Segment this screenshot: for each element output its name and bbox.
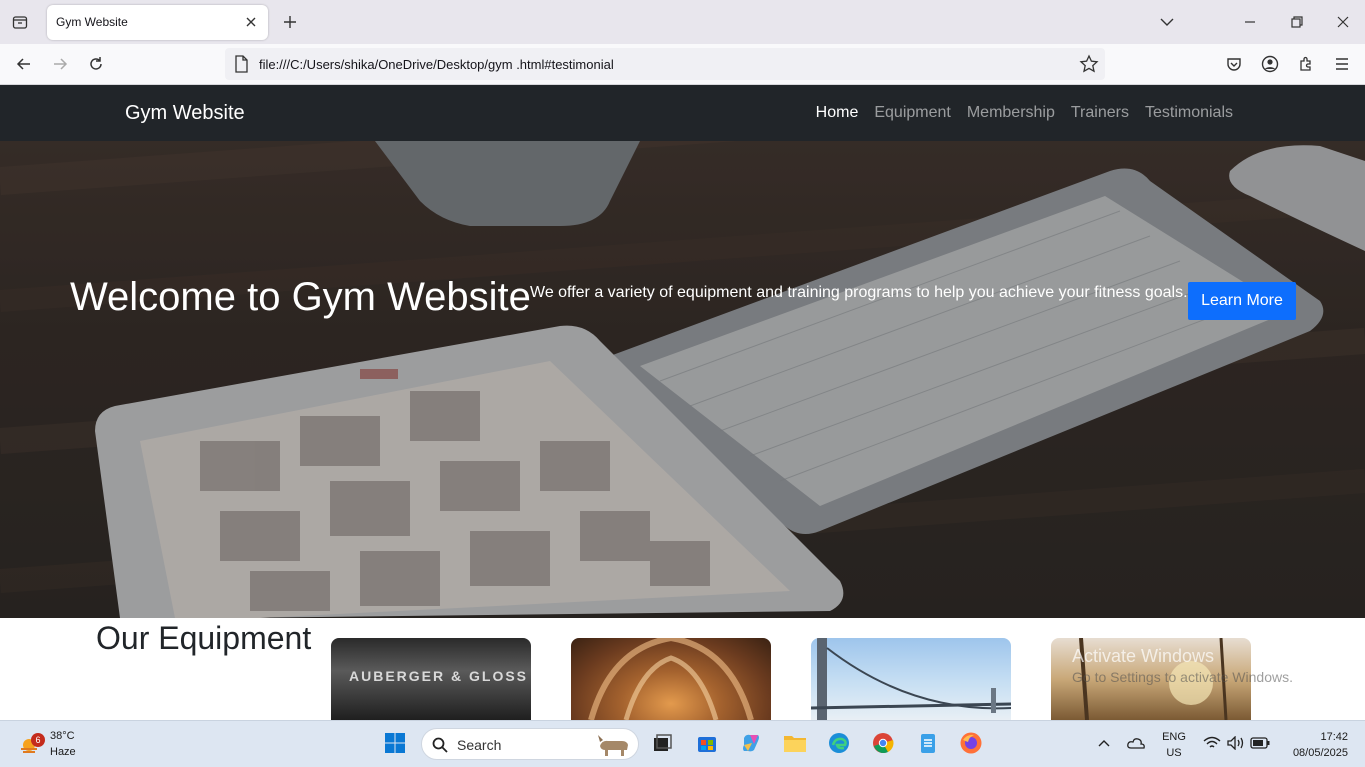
back-icon[interactable] xyxy=(12,52,36,76)
wifi-icon[interactable] xyxy=(1199,730,1225,756)
menu-icon[interactable] xyxy=(1330,52,1354,76)
cathedral-arches-image xyxy=(588,638,754,720)
site-brand[interactable]: Gym Website xyxy=(125,102,245,125)
site-navbar: Gym Website Home Equipment Membership Tr… xyxy=(0,85,1365,141)
hero-section: Welcome to Gym Website We offer a variet… xyxy=(0,141,1365,618)
close-tab-icon[interactable] xyxy=(242,13,260,31)
bookmark-star-icon[interactable] xyxy=(1079,54,1099,79)
chrome-icon[interactable] xyxy=(870,730,896,756)
clock-time[interactable]: 17:42 xyxy=(1280,731,1348,743)
url-bar[interactable]: file:///C:/Users/shika/OneDrive/Desktop/… xyxy=(225,48,1105,80)
language-top[interactable]: ENG xyxy=(1161,731,1187,743)
equipment-card-1-text: AUBERGER & GLOSS xyxy=(349,668,529,684)
learn-more-button[interactable]: Learn More xyxy=(1188,282,1296,320)
firefox-icon[interactable] xyxy=(958,730,984,756)
nav-equipment[interactable]: Equipment xyxy=(874,104,951,122)
hero-title: Welcome to Gym Website xyxy=(70,275,531,319)
show-hidden-icons-icon[interactable] xyxy=(1091,730,1117,756)
bridge-image xyxy=(811,638,1011,720)
url-text[interactable]: file:///C:/Users/shika/OneDrive/Desktop/… xyxy=(259,57,614,72)
new-tab-icon[interactable] xyxy=(279,11,301,33)
tab-list-icon[interactable] xyxy=(8,10,32,34)
reload-icon[interactable] xyxy=(84,52,108,76)
extensions-icon[interactable] xyxy=(1294,52,1318,76)
nav-home[interactable]: Home xyxy=(816,104,859,122)
browser-tab-bar: Gym Website xyxy=(0,0,1365,44)
microsoft-store-icon[interactable] xyxy=(694,730,720,756)
file-explorer-icon[interactable] xyxy=(782,730,808,756)
browser-tab[interactable]: Gym Website xyxy=(47,5,268,40)
hero-subtitle: We offer a variety of equipment and trai… xyxy=(530,284,1188,301)
hero-overlay xyxy=(0,141,1365,618)
nav-membership[interactable]: Membership xyxy=(967,104,1055,122)
list-all-tabs-icon[interactable] xyxy=(1155,10,1179,34)
site-menu: Home Equipment Membership Trainers Testi… xyxy=(816,104,1233,122)
tab-title: Gym Website xyxy=(56,15,128,29)
equipment-card-3[interactable] xyxy=(811,638,1011,720)
battery-icon[interactable] xyxy=(1247,730,1273,756)
taskbar-search[interactable]: Search xyxy=(421,728,639,760)
equipment-heading: Our Equipment xyxy=(96,620,312,656)
equipment-card-2[interactable] xyxy=(571,638,771,720)
onedrive-cloud-icon[interactable] xyxy=(1123,730,1149,756)
search-highlight-donkey-icon xyxy=(598,735,628,756)
close-window-icon[interactable] xyxy=(1331,10,1355,34)
language-bottom[interactable]: US xyxy=(1161,747,1187,759)
volume-icon[interactable] xyxy=(1223,730,1249,756)
browser-toolbar: file:///C:/Users/shika/OneDrive/Desktop/… xyxy=(0,44,1365,85)
weather-desc: Haze xyxy=(50,746,76,758)
clock-date[interactable]: 08/05/2025 xyxy=(1280,747,1348,759)
search-label: Search xyxy=(457,737,502,753)
restore-icon[interactable] xyxy=(1285,10,1309,34)
windows-start-icon[interactable] xyxy=(382,730,408,756)
windows-taskbar: 6 38°C Haze Search ENG US 17:42 08/05/20… xyxy=(0,720,1365,767)
weather-widget[interactable]: 6 38°C Haze xyxy=(16,728,96,762)
notepad-icon[interactable] xyxy=(915,730,941,756)
pocket-icon[interactable] xyxy=(1222,52,1246,76)
account-icon[interactable] xyxy=(1258,52,1282,76)
activate-windows-subtitle: Go to Settings to activate Windows. xyxy=(1072,669,1293,685)
weather-temp: 38°C xyxy=(50,730,75,742)
weather-badge: 6 xyxy=(31,733,45,747)
forward-icon[interactable] xyxy=(48,52,72,76)
copilot-icon[interactable] xyxy=(738,730,764,756)
task-view-icon[interactable] xyxy=(649,730,675,756)
equipment-card-1[interactable]: AUBERGER & GLOSS xyxy=(331,638,531,720)
activate-windows-title: Activate Windows xyxy=(1072,646,1215,666)
edge-icon[interactable] xyxy=(826,730,852,756)
nav-trainers[interactable]: Trainers xyxy=(1071,104,1129,122)
minimize-icon[interactable] xyxy=(1238,10,1262,34)
page-icon xyxy=(233,55,249,78)
search-icon xyxy=(432,737,448,753)
nav-testimonials[interactable]: Testimonials xyxy=(1145,104,1233,122)
